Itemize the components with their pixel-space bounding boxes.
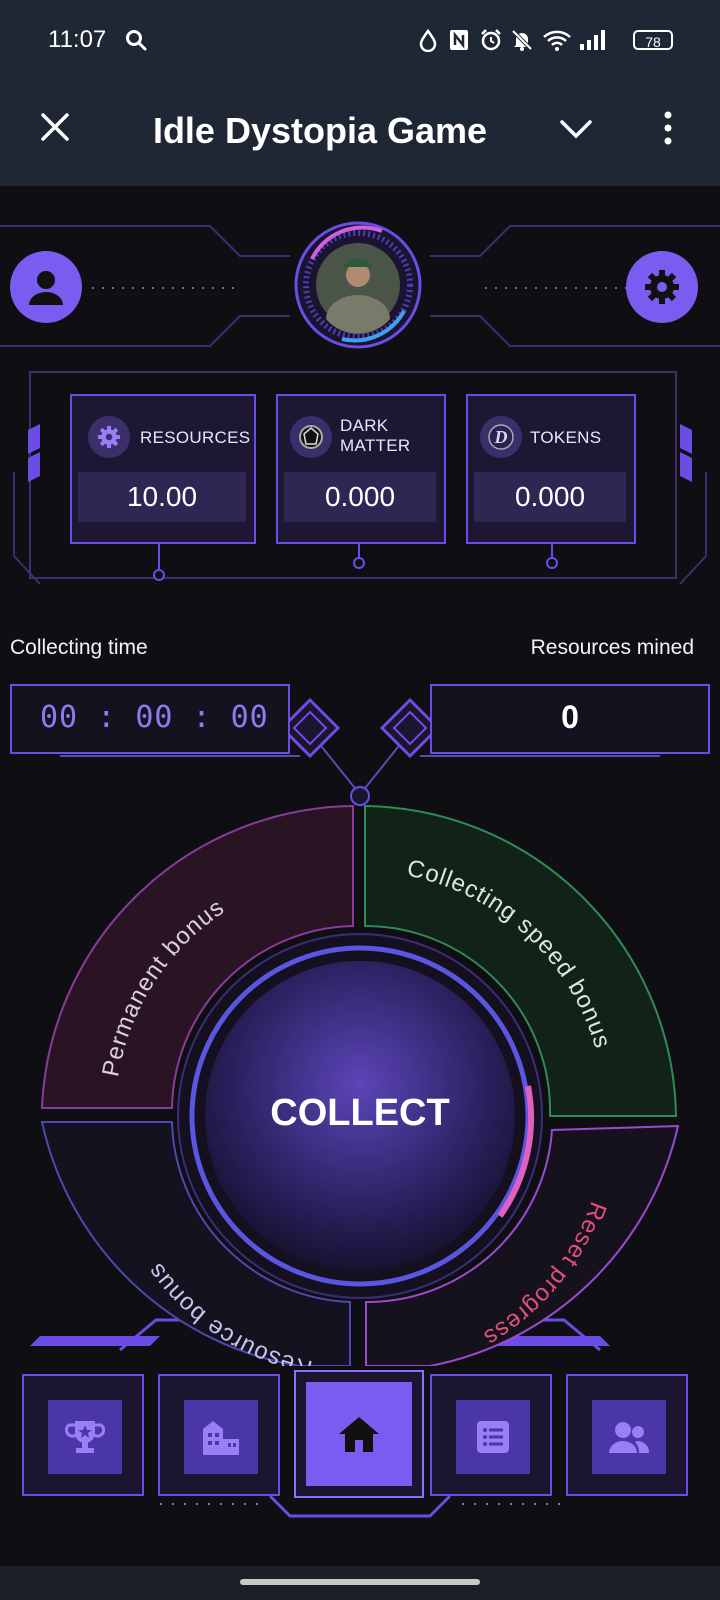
battery-icon: 78 — [633, 30, 673, 50]
dark-matter-icon — [290, 416, 332, 458]
collecting-time-label: Collecting time — [10, 636, 148, 659]
gear-icon — [645, 270, 679, 304]
water-drop-icon — [419, 28, 437, 52]
collect-label[interactable]: COLLECT — [200, 1092, 520, 1135]
game-area: RESOURCES 10.00 DARK MATTER 0.000 D TOKE… — [0, 186, 720, 1566]
bell-off-icon — [510, 28, 534, 52]
nfc-icon — [448, 28, 470, 52]
timer-seconds: 00 — [230, 700, 269, 735]
app-title: Idle Dystopia Game — [152, 110, 488, 151]
settings-button[interactable] — [626, 251, 698, 323]
nav-home-button[interactable] — [294, 1370, 424, 1498]
avatar[interactable] — [292, 219, 424, 351]
status-bar — [0, 0, 720, 84]
gesture-bar[interactable] — [240, 1579, 480, 1585]
collect-wheel: Permanent bonus Collecting speed bonus R… — [40, 804, 680, 1366]
home-icon — [339, 1417, 379, 1452]
list-icon — [477, 1421, 509, 1453]
chevron-down-icon[interactable] — [558, 114, 594, 142]
timer-hours: 00 — [40, 700, 79, 735]
signal-icon — [578, 28, 608, 52]
svg-text:D: D — [494, 427, 508, 447]
nav-achievements-button[interactable] — [22, 1374, 144, 1496]
dark-matter-card: DARK MATTER 0.000 — [276, 394, 446, 544]
resources-card: RESOURCES 10.00 — [70, 394, 256, 544]
resources-mined-value: 0 — [561, 699, 579, 735]
users-icon — [609, 1422, 650, 1453]
city-icon — [203, 1421, 239, 1455]
resources-mined-box: 0 — [430, 684, 710, 754]
tokens-label: TOKENS — [530, 428, 602, 447]
more-vert-icon[interactable] — [660, 110, 676, 146]
nav-friends-button[interactable] — [566, 1374, 688, 1496]
trophy-icon — [65, 1421, 105, 1453]
nav-tasks-button[interactable] — [430, 1374, 552, 1496]
resources-value: 10.00 — [126, 481, 198, 512]
tokens-value: 0.000 — [514, 481, 586, 512]
collecting-timer: 00 : 00 : 00 — [10, 684, 290, 754]
token-d-icon: D — [480, 416, 522, 458]
tokens-card: D TOKENS 0.000 — [466, 394, 636, 544]
status-time: 11:07 — [48, 26, 107, 53]
nav-city-button[interactable] — [158, 1374, 280, 1496]
dark-matter-value: 0.000 — [324, 481, 396, 512]
profile-button[interactable] — [10, 251, 82, 323]
wifi-icon — [542, 28, 572, 52]
gear-icon — [88, 416, 130, 458]
user-icon — [29, 271, 63, 305]
dark-matter-label: DARK MATTER — [340, 416, 411, 455]
alarm-icon — [479, 28, 503, 52]
search-icon — [124, 28, 148, 52]
resources-mined-label: Resources mined — [530, 636, 694, 659]
timer-minutes: 00 — [135, 700, 174, 735]
resources-label: RESOURCES — [140, 428, 251, 447]
